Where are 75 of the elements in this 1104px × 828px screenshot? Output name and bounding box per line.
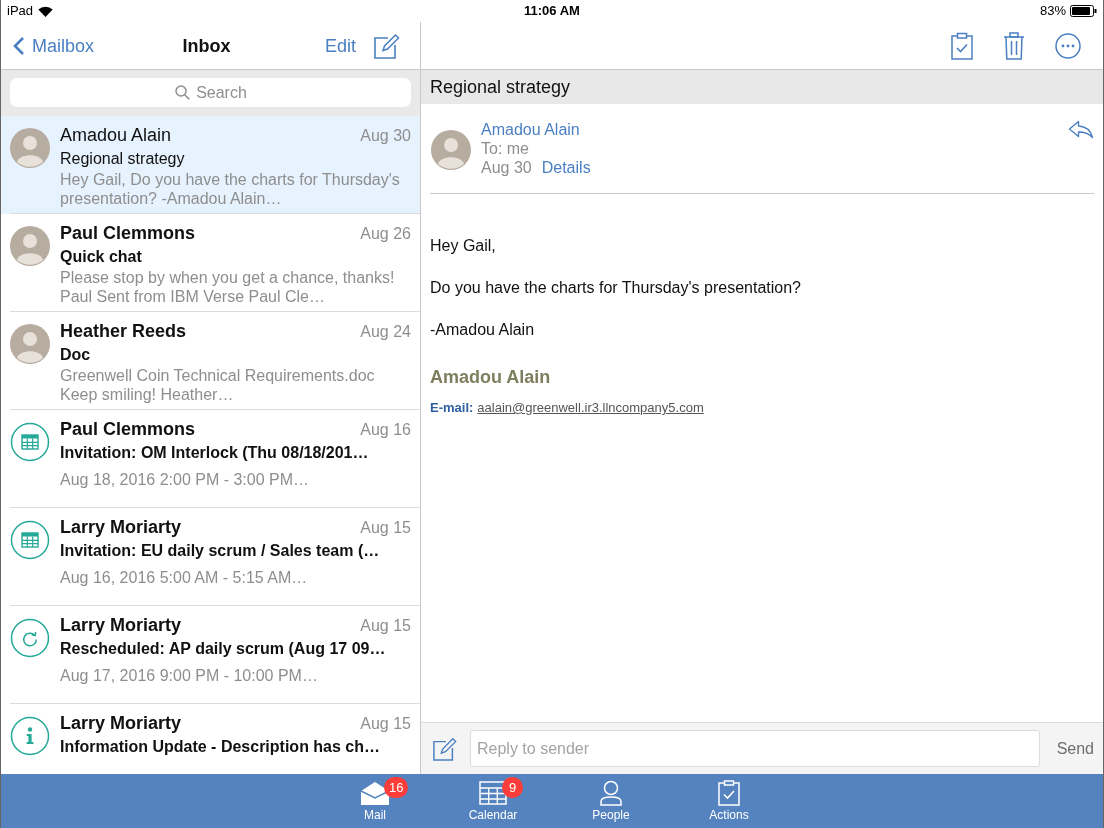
count-badge: 9 — [502, 777, 523, 798]
sender-name: Heather Reeds — [60, 320, 187, 343]
recipient-text: To: me — [481, 139, 529, 158]
clock-text: 11:06 AM — [524, 3, 580, 19]
sender-name: Paul Clemmons — [60, 418, 196, 441]
calendar-icon — [10, 422, 50, 462]
compose-icon[interactable] — [433, 736, 457, 761]
inbox-title: Inbox — [182, 34, 231, 57]
message-preview: Hey Gail, Do you have the charts for Thursday's presentation? -Amadou Alain… — [60, 171, 401, 208]
mail-tab[interactable]: Mail 16 — [316, 774, 434, 828]
battery-percent: 83% — [1039, 3, 1066, 19]
actions-tab[interactable]: Actions — [670, 774, 788, 828]
sender-name: Larry Moriarty — [60, 712, 182, 735]
message-preview: Aug 18, 2016 2:00 PM - 3:00 PM… — [60, 471, 311, 490]
avatar-placeholder — [10, 128, 50, 168]
calendar-icon — [10, 520, 50, 560]
message-subject: Invitation: OM Interlock (Thu 08/18/201… — [60, 443, 370, 463]
message-date: Aug 15 — [360, 518, 411, 538]
chevron-left-icon — [13, 35, 25, 56]
avatar-placeholder — [10, 324, 50, 364]
message-date: Aug 15 — [360, 616, 411, 636]
message-date: Aug 15 — [360, 714, 411, 734]
search-field[interactable]: Search — [10, 78, 411, 107]
email-label: E-mail: — [430, 399, 474, 417]
search-icon — [174, 85, 190, 100]
avatar-placeholder — [431, 130, 471, 170]
info-icon — [10, 716, 50, 756]
sender-link[interactable]: Amadou Alain — [481, 120, 580, 139]
reply-icon[interactable] — [1068, 120, 1094, 139]
calendar-tab[interactable]: Calendar 9 — [434, 774, 552, 828]
email-subject: Regional strategy — [430, 76, 571, 98]
message-subject: Regional strategy — [60, 149, 186, 169]
message-date: Aug 30 — [360, 126, 411, 146]
count-badge: 16 — [384, 777, 409, 798]
message-date: Aug 16 — [360, 420, 411, 440]
email-link[interactable]: aalain@greenwell.ir3.llncompany5.com — [477, 398, 704, 418]
back-button[interactable]: Mailbox — [13, 34, 95, 57]
body-text: Hey Gail, — [430, 236, 496, 256]
sender-name: Larry Moriarty — [60, 614, 182, 637]
message-date: Aug 26 — [360, 224, 411, 244]
message-preview: Aug 17, 2016 9:00 PM - 10:00 PM… — [60, 667, 319, 686]
message-preview: Please stop by when you get a chance, thanks! Paul Sent from IBM Verse Paul Cle… — [60, 269, 396, 306]
message-subject: Quick chat — [60, 247, 143, 267]
refresh-icon — [10, 618, 50, 658]
clipboard-check-icon[interactable] — [951, 31, 973, 60]
message-subject: Doc — [60, 345, 92, 365]
calendar-icon — [479, 780, 507, 806]
device-label: iPad — [7, 3, 34, 19]
sender-name: Larry Moriarty — [60, 516, 182, 539]
body-text: -Amadou Alain — [430, 320, 535, 340]
message-subject: Information Update - Description has ch… — [60, 737, 382, 757]
trash-icon[interactable] — [1003, 31, 1025, 60]
message-preview: Aug 16, 2016 5:00 AM - 5:15 AM… — [60, 569, 309, 588]
message-date: Aug 24 — [360, 322, 411, 342]
edit-button[interactable]: Edit — [324, 34, 356, 57]
email-date: Aug 30 — [481, 158, 532, 177]
clipboard-check-icon — [718, 780, 740, 806]
compose-icon[interactable] — [374, 32, 400, 59]
more-icon[interactable] — [1055, 32, 1081, 59]
body-text: Do you have the charts for Thursday's presentation? — [430, 278, 801, 298]
message-subject: Rescheduled: AP daily scrum (Aug 17 09… — [60, 639, 387, 659]
signature-name: Amadou Alain — [430, 366, 551, 388]
message-subject: Invitation: EU daily scrum / Sales team (… — [60, 541, 381, 561]
send-button[interactable]: Send — [1052, 739, 1094, 758]
message-row[interactable]: Amadou Alain Aug 30 Regional strategy Hey Gail, Do you have the charts for Thursday's presentation? -Amadou Alain… — [1, 116, 420, 214]
person-icon — [599, 780, 623, 806]
avatar-placeholder — [10, 226, 50, 266]
details-link[interactable]: Details — [541, 158, 591, 177]
message-preview: Greenwell Coin Technical Requirements.doc Keep smiling! Heather… — [60, 367, 376, 404]
sender-name: Amadou Alain — [60, 124, 172, 147]
wifi-icon — [38, 5, 54, 17]
reply-field[interactable]: Reply to sender — [470, 730, 1040, 767]
battery-icon — [1070, 5, 1097, 17]
people-tab[interactable]: People — [552, 774, 670, 828]
sender-name: Paul Clemmons — [60, 222, 196, 245]
